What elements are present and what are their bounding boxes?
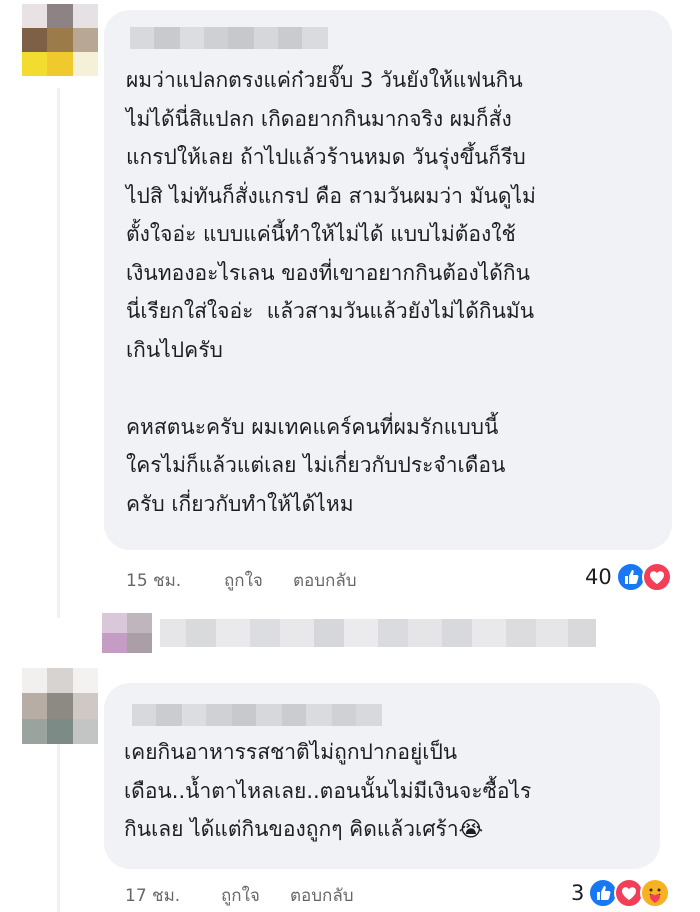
thread-line [57, 88, 60, 618]
reaction-count: 40 [585, 565, 612, 589]
comment-meta: 17 ชม. ถูกใจ ตอบกลับ [125, 882, 525, 906]
comment-time[interactable]: 17 ชม. [125, 882, 180, 909]
reaction-count: 3 [571, 881, 585, 905]
like-link[interactable]: ถูกใจ [221, 882, 260, 909]
author-name-blurred[interactable] [130, 27, 328, 49]
love-icon [641, 562, 672, 592]
author-name-blurred[interactable] [132, 704, 382, 726]
comment-meta: 15 ชม. ถูกใจ ตอบกลับ [126, 567, 526, 591]
avatar[interactable] [22, 668, 98, 744]
thread-line [57, 740, 60, 912]
reply-link[interactable]: ตอบกลับ [290, 882, 354, 909]
comment-text: เคยกินอาหารรสชาติไม่ถูกปากอยู่เป็น เดือน… [124, 740, 532, 841]
like-link[interactable]: ถูกใจ [224, 567, 263, 594]
comment-text: ผมว่าแปลกตรงแค่ก๋วยจั๊บ 3 วันยังให้แฟนกิ… [126, 68, 536, 516]
reply-avatar[interactable] [102, 613, 152, 653]
avatar[interactable] [22, 4, 98, 76]
reply-preview-blurred[interactable] [160, 619, 596, 647]
reaction-summary[interactable]: 40 [585, 562, 672, 592]
reaction-summary[interactable]: 3 [571, 878, 671, 908]
care-icon [640, 878, 671, 908]
reply-link[interactable]: ตอบกลับ [293, 567, 357, 594]
comment-time[interactable]: 15 ชม. [126, 567, 181, 594]
